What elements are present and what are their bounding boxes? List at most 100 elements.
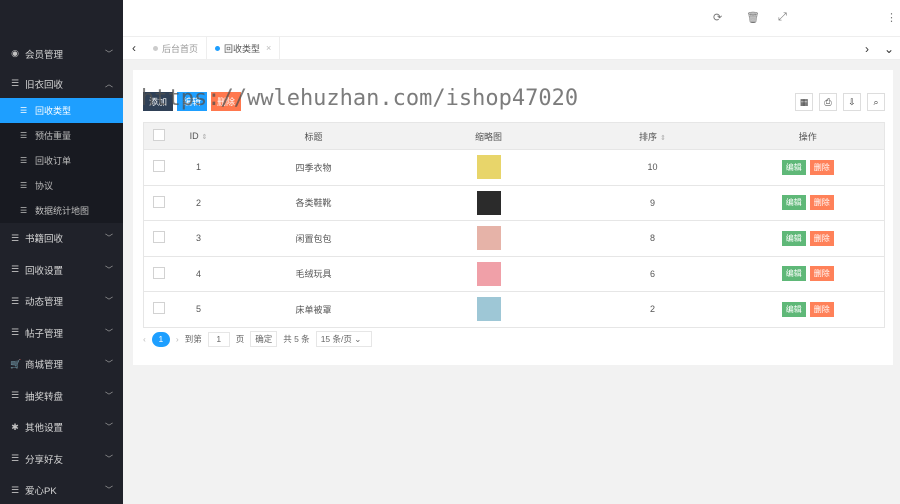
row-delete-button[interactable]: 删除	[809, 195, 834, 211]
cell-thumb	[403, 149, 574, 186]
data-table: ID ⇕ 标题 缩略图 排序 ⇕ 操作 1 四季衣物 10 编辑 删除 2 各类鞋靴 9 编辑 删除 3…	[143, 122, 885, 328]
delete-button[interactable]: 删除	[211, 92, 242, 111]
cell-id: 3	[173, 220, 224, 257]
cell-sort: 10	[573, 149, 732, 186]
select-all-checkbox[interactable]	[152, 129, 165, 141]
list-icon: ☰	[20, 130, 28, 140]
list-icon: ☰	[10, 78, 20, 88]
edit-button[interactable]: 编辑	[177, 92, 208, 111]
thumbnail-image[interactable]	[476, 297, 501, 322]
cell-sort: 6	[573, 256, 732, 292]
chevron-down-icon: ﹀	[105, 359, 113, 369]
tab-scroll-left-icon[interactable]: ‹	[123, 41, 145, 55]
thumbnail-image[interactable]	[476, 155, 501, 180]
list-icon: ☰	[20, 105, 28, 115]
search-icon[interactable]: ⌕	[867, 93, 885, 111]
page-size-select[interactable]: 15 条/页 ⌄	[315, 331, 372, 347]
thumbnail-image[interactable]	[476, 190, 501, 215]
header-sort[interactable]: 排序 ⇕	[573, 122, 732, 150]
cell-thumb	[403, 220, 574, 257]
sidebar-item-label: 旧衣回收	[25, 79, 64, 91]
row-edit-button[interactable]: 编辑	[781, 301, 806, 317]
header-id[interactable]: ID ⇕	[173, 122, 224, 150]
sidebar-subitem[interactable]: ☰ 回收类型	[0, 97, 123, 123]
sidebar-subitem[interactable]: ☰ 预估重量	[0, 123, 123, 148]
trash-icon[interactable]: 🗑	[746, 11, 760, 24]
list-icon: ☰	[10, 295, 20, 306]
list-icon: ☰	[20, 205, 28, 215]
sidebar-item[interactable]: ☰ 帖子管理 ﹀	[0, 317, 123, 349]
cell-title: 各类鞋靴	[223, 185, 404, 221]
row-checkbox[interactable]	[152, 160, 165, 173]
sidebar-item[interactable]: 🛒 商城管理 ﹀	[0, 349, 123, 381]
tab-home[interactable]: 后台首页	[145, 36, 208, 60]
sidebar-item-label: 其他设置	[25, 423, 64, 435]
list-icon: ☰	[10, 232, 20, 243]
chevron-down-icon: ﹀	[105, 485, 113, 495]
row-delete-button[interactable]: 删除	[809, 301, 834, 317]
row-delete-button[interactable]: 删除	[809, 159, 834, 175]
row-edit-button[interactable]: 编辑	[781, 230, 806, 246]
sidebar-item[interactable]: ☰ 书籍回收 ﹀	[0, 223, 123, 255]
sidebar-item-label: 分享好友	[25, 454, 64, 466]
sidebar-subitem[interactable]: ☰ 数据统计地图	[0, 198, 123, 223]
cell-thumb	[403, 256, 574, 292]
columns-icon[interactable]: ▦	[795, 93, 813, 111]
thumbnail-image[interactable]	[476, 226, 501, 251]
sidebar-item-label: 抽奖转盘	[25, 391, 64, 403]
gear-icon: ✱	[11, 421, 19, 432]
row-edit-button[interactable]: 编辑	[781, 159, 806, 175]
sidebar-item[interactable]: ☰ 回收设置 ﹀	[0, 254, 123, 286]
sidebar-item[interactable]: ☰ 旧衣回收 ︿	[0, 70, 123, 98]
page-size-value: 15 条/页	[320, 334, 352, 344]
sidebar-item[interactable]: ☰ 分享好友 ﹀	[0, 443, 123, 475]
thumbnail-image[interactable]	[476, 261, 501, 286]
tab-menu-chevron-icon[interactable]: ⌄	[878, 42, 900, 56]
next-page-icon[interactable]: ›	[176, 334, 179, 344]
sort-icon[interactable]: ⇕	[660, 135, 666, 142]
add-button[interactable]: 添加	[143, 92, 174, 111]
sidebar-item[interactable]: ☰ 爱心PK ﹀	[0, 475, 123, 504]
refresh-icon[interactable]: ⟳	[713, 11, 722, 24]
table-row: 4 毛绒玩具 6 编辑 删除	[143, 256, 885, 292]
list-icon: ☰	[10, 453, 20, 464]
confirm-button[interactable]: 确定	[250, 331, 278, 347]
sidebar-item[interactable]: ◉ 会员管理 ﹀	[0, 38, 123, 70]
chevron-down-icon: ﹀	[105, 296, 113, 306]
sidebar-subitem[interactable]: ☰ 协议	[0, 173, 123, 198]
row-checkbox[interactable]	[152, 266, 165, 279]
row-checkbox[interactable]	[152, 195, 165, 208]
sidebar-subitem[interactable]: ☰ 回收订单	[0, 148, 123, 173]
page-input[interactable]: 1	[207, 331, 230, 347]
cell-action: 编辑 删除	[731, 185, 885, 221]
sidebar-item[interactable]: ☰ 动态管理 ﹀	[0, 286, 123, 318]
sidebar-logo	[0, 0, 123, 38]
print-icon[interactable]: ⎙	[819, 93, 837, 111]
more-icon[interactable]: ⋮	[886, 11, 897, 24]
chevron-down-icon: ﹀	[105, 49, 113, 59]
cell-action: 编辑 删除	[731, 291, 885, 328]
row-edit-button[interactable]: 编辑	[781, 195, 806, 211]
row-edit-button[interactable]: 编辑	[781, 266, 806, 282]
tab-close-icon[interactable]: ×	[266, 43, 271, 53]
row-checkbox[interactable]	[152, 302, 165, 315]
row-delete-button[interactable]: 删除	[809, 230, 834, 246]
goto-label: 到第	[184, 334, 202, 344]
tab-label: 后台首页	[162, 43, 199, 54]
sort-icon[interactable]: ⇕	[202, 134, 208, 141]
fullscreen-icon[interactable]: ⤢	[778, 11, 787, 24]
sidebar-subitem-label: 数据统计地图	[35, 205, 90, 216]
sidebar-item[interactable]: ✱ 其他设置 ﹀	[0, 412, 123, 444]
export-icon[interactable]: ⇩	[843, 93, 861, 111]
tab-scroll-right-icon[interactable]: ›	[856, 42, 878, 56]
sidebar-item[interactable]: ☰ 抽奖转盘 ﹀	[0, 380, 123, 412]
page-current[interactable]: 1	[151, 331, 170, 347]
cell-id: 1	[173, 149, 224, 186]
prev-page-icon[interactable]: ‹	[143, 334, 146, 344]
cell-id: 2	[173, 185, 224, 221]
row-checkbox[interactable]	[152, 231, 165, 244]
row-delete-button[interactable]: 删除	[809, 266, 834, 282]
list-icon: ☰	[20, 180, 28, 190]
tab-dot-icon	[153, 45, 158, 51]
tab-recycle-type[interactable]: 回收类型 ×	[207, 36, 281, 60]
